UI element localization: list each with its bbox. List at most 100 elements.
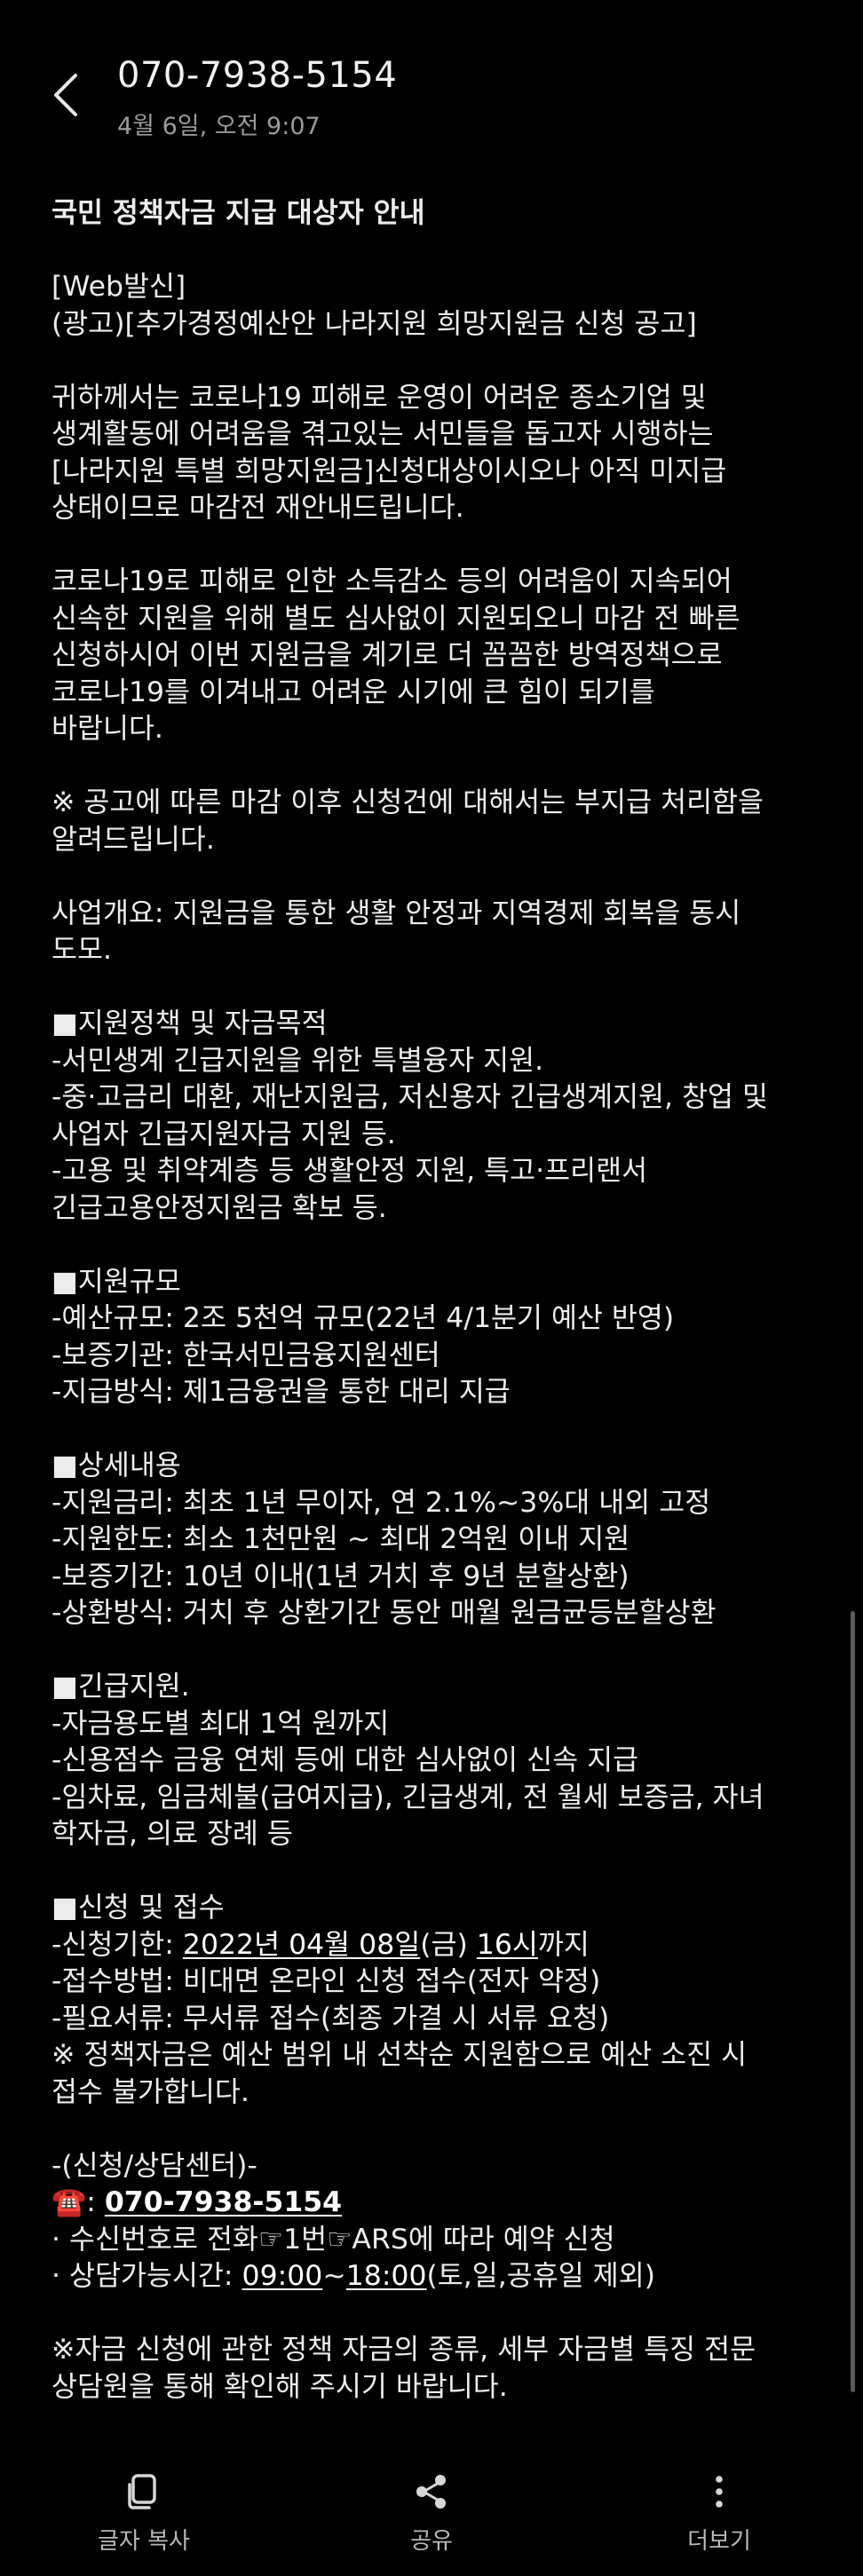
- more-button[interactable]: 더보기: [575, 2450, 863, 2576]
- message-body[interactable]: 국민 정책자금 지급 대상자 안내 [Web발신] (광고)[추가경정예산안 나라지…: [51, 195, 815, 2406]
- message-line: 귀하께서는 코로나19 피해로 운영이 어려운 종소기업 및: [51, 380, 815, 417]
- bottom-action-bar: 글자 복사 공유 더보기: [0, 2450, 863, 2576]
- message-line: ※자금 신청에 관한 정책 자금의 종류, 세부 자금별 특징 전문: [51, 2332, 815, 2369]
- message-header: 070-7938-5154 4월 6일, 오전 9:07: [0, 0, 863, 169]
- message-line: ■상세내용: [51, 1448, 815, 1485]
- message-text: -임차료, 임금체불(급여지급), 긴급생계, 전 월세 보증금, 자녀: [51, 1781, 764, 1813]
- message-text: 코로나19로 피해로 인한 소득감소 등의 어려움이 지속되어: [51, 565, 732, 597]
- message-text: -자금용도별 최대 1억 원까지: [51, 1707, 390, 1740]
- message-text: ■지원규모: [51, 1265, 181, 1298]
- message-text: -보증기관: 한국서민금융지원센터: [51, 1339, 440, 1371]
- message-line: ■신청 및 접수: [51, 1890, 815, 1927]
- message-text: -지원금리: 최초 1년 무이자, 연 2.1%~3%대 내외 고정: [51, 1486, 711, 1519]
- message-text: 도모.: [51, 934, 112, 966]
- message-text: 학자금, 의료 장례 등: [51, 1818, 293, 1850]
- message-text: -지원한도: 최소 1천만원 ~ 최대 2억원 이내 지원: [51, 1523, 630, 1555]
- message-text: -신용점수 금융 연체 등에 대한 심사없이 신속 지급: [51, 1744, 639, 1776]
- message-line: -임차료, 임금체불(급여지급), 긴급생계, 전 월세 보증금, 자녀: [51, 1780, 815, 1817]
- message-text: -서민생계 긴급지원을 위한 특별융자 지원.: [51, 1044, 544, 1077]
- message-line: ※ 공고에 따른 마감 이후 신청건에 대해서는 부지급 처리함을: [51, 785, 815, 822]
- detected-link[interactable]: 18:00: [346, 2260, 427, 2292]
- message-text: ■상세내용: [51, 1450, 181, 1482]
- message-text: ■신청 및 접수: [51, 1892, 225, 1924]
- message-line: ☎️: 070-7938-5154: [51, 2185, 815, 2222]
- message-line: -필요서류: 무서류 접수(최종 가결 시 서류 요청): [51, 2001, 815, 2038]
- message-line: -신청기한: 2022년 04월 08일(금) 16시까지: [51, 1927, 815, 1964]
- message-text: (광고)[추가경정예산안 나라지원 희망지원금 신청 공고]: [51, 307, 697, 340]
- message-line: ■긴급지원.: [51, 1669, 815, 1706]
- message-text: -예산규모: 2조 5천억 규모(22년 4/1분기 예산 반영): [51, 1302, 675, 1334]
- share-button[interactable]: 공유: [288, 2450, 575, 2576]
- message-line: -신용점수 금융 연체 등에 대한 심사없이 신속 지급: [51, 1742, 815, 1780]
- message-line: 사업개요: 지원금을 통한 생활 안정과 지역경제 회복을 동시: [51, 896, 815, 933]
- message-text: ※ 정책자금은 예산 범위 내 선착순 지원함으로 예산 소진 시: [51, 2039, 748, 2071]
- message-body-container: 국민 정책자금 지급 대상자 안내 [Web발신] (광고)[추가경정예산안 나라지…: [51, 195, 815, 2441]
- message-text: 신청하시어 이번 지원금을 계기로 더 꼼꼼한 방역정책으로: [51, 639, 723, 671]
- message-line: -접수방법: 비대면 온라인 신청 접수(전자 약정): [51, 1964, 815, 2001]
- message-text: -중·고금리 대환, 재난지원금, 저신용자 긴급생계지원, 창업 및: [51, 1081, 769, 1113]
- message-text: -(신청/상담센터)-: [51, 2149, 257, 2182]
- message-line: -고용 및 취약계층 등 생활안정 지원, 특고·프리랜서: [51, 1153, 815, 1190]
- message-text: 국민 정책자금 지급 대상자 안내: [51, 197, 425, 229]
- message-text: 바랍니다.: [51, 713, 163, 745]
- message-text: 사업자 긴급지원자금 지원 등.: [51, 1118, 396, 1150]
- message-timestamp: 4월 6일, 오전 9:07: [117, 113, 321, 140]
- message-text: ~: [322, 2260, 346, 2292]
- message-line: 학자금, 의료 장례 등: [51, 1816, 815, 1853]
- message-line: -중·고금리 대환, 재난지원금, 저신용자 긴급생계지원, 창업 및: [51, 1079, 815, 1117]
- message-line: ■지원정책 및 자금목적: [51, 1006, 815, 1043]
- message-line: -지원금리: 최초 1년 무이자, 연 2.1%~3%대 내외 고정: [51, 1485, 815, 1522]
- message-line: -(신청/상담센터)-: [51, 2148, 815, 2185]
- sender-number[interactable]: 070-7938-5154: [117, 55, 397, 96]
- message-line: -예산규모: 2조 5천억 규모(22년 4/1분기 예산 반영): [51, 1300, 815, 1338]
- message-line: · 상담가능시간: 09:00~18:00(토,일,공휴일 제외): [51, 2258, 815, 2295]
- message-line: 신속한 지원을 위해 별도 심사없이 지원되오니 마감 전 빠른: [51, 601, 815, 638]
- detected-link[interactable]: 16시: [477, 1929, 538, 1961]
- message-line: -상환방식: 거치 후 상환기간 동안 매월 원금균등분할상환: [51, 1595, 815, 1632]
- message-text: 알려드립니다.: [51, 823, 215, 856]
- back-button[interactable]: [41, 64, 91, 126]
- message-text: -고용 및 취약계층 등 생활안정 지원, 특고·프리랜서: [51, 1155, 648, 1187]
- message-text: 까지: [537, 1928, 590, 1961]
- message-text: ☎️:: [51, 2186, 105, 2218]
- scrollbar[interactable]: [851, 1611, 855, 2392]
- message-text: -필요서류: 무서류 접수(최종 가결 시 서류 요청): [51, 2002, 610, 2035]
- detected-link[interactable]: 09:00: [242, 2260, 323, 2292]
- message-line: 코로나19로 피해로 인한 소득감소 등의 어려움이 지속되어: [51, 564, 815, 601]
- message-line: ※ 정책자금은 예산 범위 내 선착순 지원함으로 예산 소진 시: [51, 2037, 815, 2074]
- message-line: 상태이므로 마감전 재안내드립니다.: [51, 490, 815, 527]
- message-line: -서민생계 긴급지원을 위한 특별융자 지원.: [51, 1043, 815, 1080]
- detected-link[interactable]: 2022년 04월 08일: [183, 1929, 420, 1961]
- message-line: -지원한도: 최소 1천만원 ~ 최대 2억원 이내 지원: [51, 1521, 815, 1559]
- message-line: 접수 불가합니다.: [51, 2074, 815, 2112]
- message-text: [나라지원 특별 희망지원금]신청대상이시오나 아직 미지급: [51, 454, 727, 487]
- message-text: (토,일,공휴일 제외): [426, 2260, 655, 2292]
- more-vertical-icon: [697, 2469, 741, 2514]
- message-line: 생계활동에 어려움을 겪고있는 서민들을 돕고자 시행하는: [51, 416, 815, 454]
- message-text: [Web발신]: [51, 271, 186, 303]
- message-line: -지급방식: 제1금융권을 통한 대리 지급: [51, 1374, 815, 1411]
- message-line: 알려드립니다.: [51, 822, 815, 859]
- message-line: · 수신번호로 전화☞1번☞ARS에 따라 예약 신청: [51, 2222, 815, 2259]
- message-line: 바랍니다.: [51, 711, 815, 748]
- copy-text-button[interactable]: 글자 복사: [0, 2450, 288, 2576]
- message-text: · 상담가능시간:: [51, 2260, 242, 2292]
- message-text: 사업개요: 지원금을 통한 생활 안정과 지역경제 회복을 동시: [51, 897, 741, 929]
- detected-link[interactable]: 070-7938-5154: [105, 2186, 342, 2218]
- message-line: 긴급고용안정지원금 확보 등.: [51, 1190, 815, 1228]
- bottom-fade: [0, 2397, 863, 2450]
- message-text: ■지원정책 및 자금목적: [51, 1007, 328, 1039]
- copy-text-label: 글자 복사: [98, 2528, 190, 2555]
- message-text: 생계활동에 어려움을 겪고있는 서민들을 돕고자 시행하는: [51, 418, 714, 450]
- message-line: 도모.: [51, 932, 815, 969]
- copy-icon: [122, 2469, 166, 2514]
- message-text: -접수방법: 비대면 온라인 신청 접수(전자 약정): [51, 1965, 601, 1997]
